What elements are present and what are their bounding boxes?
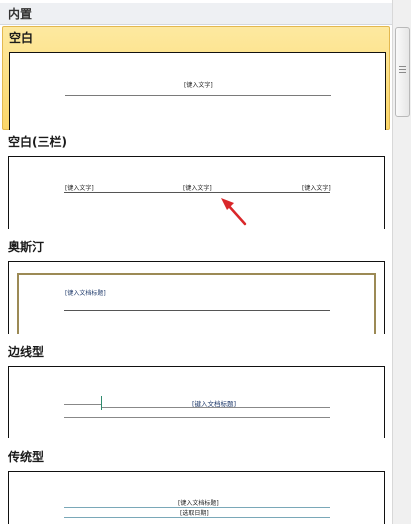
header-rule-lower: [64, 417, 330, 418]
header-rule: [102, 407, 330, 408]
sideline-short-rule: [64, 404, 101, 405]
header-rule-lower: [64, 517, 330, 518]
scrollbar-thumb[interactable]: [395, 27, 410, 117]
item-title: 传统型: [8, 450, 45, 464]
vertical-scrollbar[interactable]: [392, 0, 411, 524]
header-gallery: 内置 空白 [键入文字] 空白(三栏) [键入文字] [键入文字] [键入文字]…: [0, 0, 393, 524]
gallery-item-traditional[interactable]: [键入文档标题] [选取日期]: [8, 471, 385, 524]
item-title: 奥斯汀: [8, 240, 45, 254]
gallery-item-sideline[interactable]: [键入文档标题]: [8, 366, 385, 438]
item-title: 边线型: [8, 345, 45, 359]
austin-frame: [17, 273, 376, 334]
gallery-item-austin[interactable]: [键入文档标题]: [8, 261, 385, 334]
header-rule: [64, 310, 330, 311]
placeholder-date: [选取日期]: [180, 510, 209, 517]
placeholder-title: [键入文档标题]: [65, 290, 106, 297]
grip-icon: [399, 66, 406, 67]
placeholder-title: [键入文档标题]: [178, 500, 219, 507]
